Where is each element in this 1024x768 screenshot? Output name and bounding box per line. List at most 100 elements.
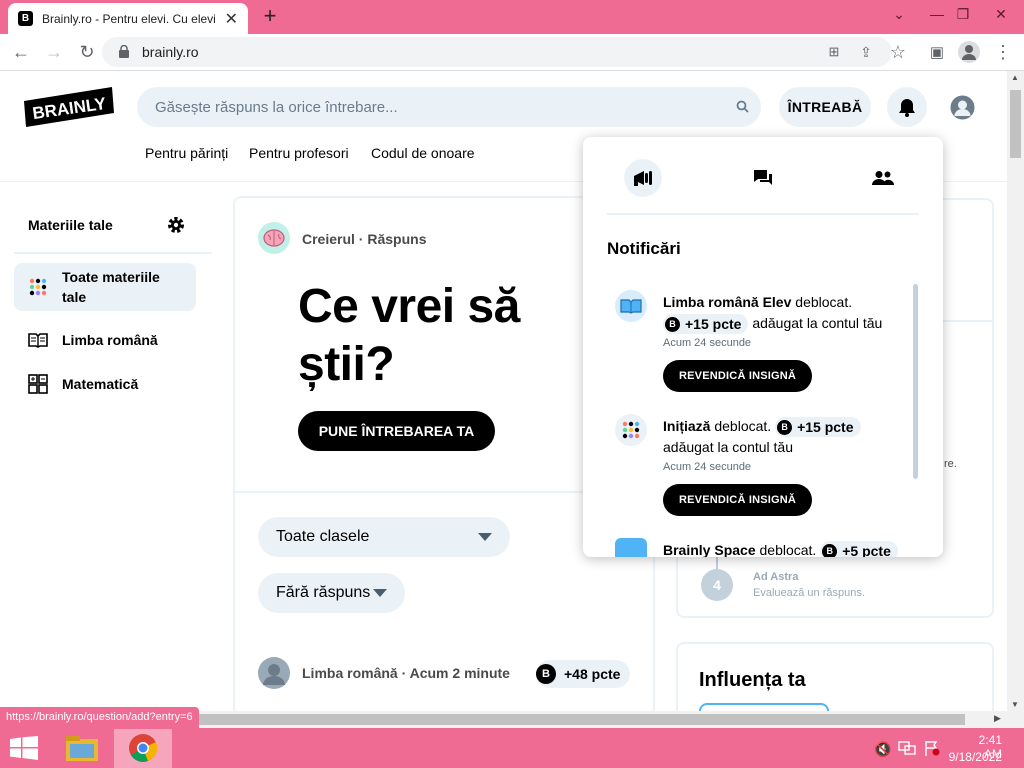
notifications-scrollbar[interactable] [913, 284, 918, 479]
side-panel-icon[interactable]: ▣ [926, 41, 948, 63]
sidebar-item-label: Toate materiile tale [62, 269, 160, 305]
influence-tab[interactable] [699, 703, 829, 711]
notification-time: Acum 24 secunde [663, 461, 752, 473]
notification-text: Brainly Space deblocat. B +5 pcte [663, 540, 903, 557]
brain-avatar-icon [258, 222, 290, 254]
ask-question-button[interactable]: PUNE ÎNTREBAREA TA [298, 411, 495, 451]
notification-time: Acum 24 secunde [663, 337, 752, 349]
restore-button[interactable]: ❐ [946, 2, 980, 26]
menu-kebab-icon[interactable]: ⋮ [992, 41, 1014, 63]
points-value: +48 pcte [564, 666, 621, 682]
vertical-scrollbar-thumb[interactable] [1010, 90, 1021, 158]
points-coin-icon: B [777, 419, 793, 435]
open-book-icon [28, 332, 48, 348]
claim-badge-button[interactable]: REVENDICĂ INSIGNĂ [663, 484, 813, 516]
brainly-logo[interactable]: BRAINLY [24, 87, 114, 127]
close-window-button[interactable]: ✕ [984, 2, 1018, 26]
hero-badge-label: Creierul · Răspuns [302, 231, 427, 247]
notifications-bell-icon[interactable] [887, 87, 927, 127]
sidebar-item-all-subjects[interactable]: Toate materiile tale [14, 263, 196, 311]
bookmark-star-icon[interactable]: ☆ [887, 41, 909, 63]
clock-date[interactable]: 9/18/2022 [946, 750, 1002, 764]
nav-link-honor-code[interactable]: Codul de onoare [371, 145, 475, 161]
url-text[interactable]: brainly.ro [142, 44, 199, 60]
hero-title: Ce vrei să știi? [298, 280, 520, 391]
volume-muted-icon[interactable]: 🔇 [874, 741, 891, 758]
megaphone-icon [632, 169, 654, 187]
search-icon[interactable] [736, 100, 749, 113]
notification-subject: Inițiază [663, 418, 711, 434]
feed-question-meta: Limba română · Acum 2 minute [302, 665, 510, 681]
nav-link-teachers[interactable]: Pentru profesori [249, 145, 349, 161]
sidebar-item-label: Limba română [62, 332, 158, 348]
chrome-icon[interactable] [128, 733, 158, 763]
romanian-badge-icon [615, 290, 647, 322]
share-icon[interactable]: ⇪ [855, 41, 877, 63]
search-input[interactable]: Găsește răspuns la orice întrebare... [137, 87, 761, 127]
notification-item: Inițiază deblocat. B +15 pcte adăugat la … [615, 414, 897, 524]
translate-icon[interactable]: ⊞ [823, 41, 845, 63]
grade-filter-select[interactable]: Toate clasele [258, 517, 510, 557]
action-center-flag-icon[interactable] [924, 740, 940, 756]
close-tab-icon[interactable]: ✕ [225, 9, 238, 29]
notification-text: Inițiază deblocat. B +15 pcte adăugat la … [663, 416, 903, 458]
notification-subject: Brainly Space [663, 542, 756, 557]
tab-messages[interactable] [744, 159, 782, 197]
points-coin-icon: B [665, 316, 680, 332]
link-status-bar: https://brainly.ro/question/add?entry=6 [0, 707, 199, 728]
points-coin-icon: B [536, 664, 556, 684]
new-tab-button[interactable]: + [258, 4, 282, 28]
file-explorer-icon[interactable] [60, 730, 104, 768]
brainly-favicon-icon: B [18, 11, 33, 26]
notification-action: deblocat. [795, 294, 853, 310]
sidebar-divider [14, 252, 212, 254]
nav-link-parents[interactable]: Pentru părinți [145, 145, 228, 161]
network-icon[interactable] [898, 740, 916, 756]
math-icon [28, 374, 48, 394]
sidebar-item-romanian[interactable]: Limba română [14, 327, 196, 353]
sidebar-item-math[interactable]: Matematică [14, 371, 196, 397]
dots-grid-icon [28, 277, 48, 297]
scroll-down-arrow-icon[interactable]: ▼ [1011, 700, 1019, 709]
chevron-down-icon [373, 589, 387, 597]
search-placeholder: Găsește răspuns la orice întrebare... [155, 98, 398, 116]
notification-action: deblocat. [714, 418, 772, 434]
notification-points: +5 pcte [842, 542, 891, 557]
notifications-title: Notificări [607, 239, 681, 258]
windows-start-icon[interactable] [10, 736, 38, 760]
tab-search-chevron-icon[interactable]: ⌄ [882, 2, 916, 26]
users-icon [872, 170, 894, 186]
forward-icon[interactable]: → [43, 41, 65, 63]
rank-step-description: Evaluează un răspuns. [753, 587, 865, 599]
notification-item: Brainly Space deblocat. B +5 pcte [615, 538, 898, 557]
tab-friends[interactable] [864, 159, 902, 197]
feed-user-avatar[interactable] [258, 657, 290, 689]
ask-button[interactable]: ÎNTREABĂ [779, 87, 871, 127]
dots-badge-icon [615, 414, 647, 446]
status-filter-select[interactable]: Fără răspuns [258, 573, 405, 613]
profile-icon[interactable] [958, 41, 980, 63]
claim-badge-button[interactable]: REVENDICĂ INSIGNĂ [663, 360, 813, 392]
rank-step-name: Ad Astra [753, 571, 799, 583]
notification-points: +15 pcte [797, 418, 854, 435]
reload-icon[interactable]: ↻ [76, 41, 98, 63]
notification-tail: adăugat la contul tău [752, 315, 883, 331]
notification-tail: adăugat la contul tău [663, 439, 793, 456]
lock-icon[interactable] [118, 45, 130, 58]
tab-achievements[interactable] [624, 159, 662, 197]
address-bar[interactable] [102, 37, 892, 67]
scroll-right-arrow-icon[interactable]: ▶ [994, 713, 1001, 724]
vertical-scrollbar[interactable] [1007, 71, 1024, 711]
back-icon[interactable]: ← [10, 41, 32, 63]
notification-points-badge: B +15 pcte [663, 314, 749, 335]
subjects-title: Materiile tale [28, 217, 113, 233]
user-avatar-icon[interactable] [950, 95, 975, 120]
notification-points-badge: B +15 pcte [775, 417, 861, 438]
status-filter-value: Fără răspuns [276, 584, 371, 601]
influence-title: Influența ta [699, 669, 806, 691]
gear-icon[interactable] [166, 215, 186, 235]
notifications-popup: Notificări Limba română Elev deblocat. B… [583, 137, 943, 557]
scroll-up-arrow-icon[interactable]: ▲ [1011, 73, 1019, 82]
browser-tab[interactable]: B Brainly.ro - Pentru elevi. Cu elevi. ✕ [8, 3, 248, 34]
points-badge: B +48 pcte [536, 660, 631, 688]
